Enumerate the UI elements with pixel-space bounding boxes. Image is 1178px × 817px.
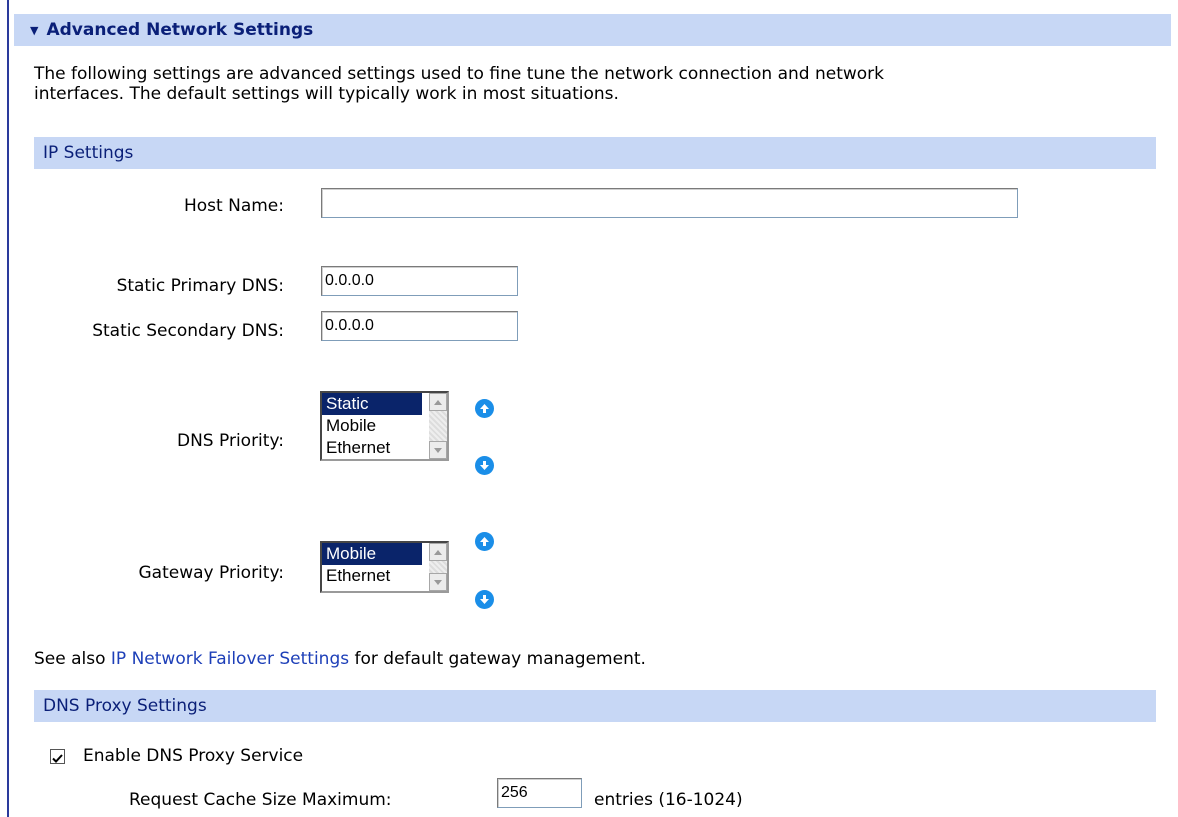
gateway-priority-option[interactable]: Ethernet (322, 565, 422, 587)
checkmark-icon (52, 754, 63, 763)
scroll-down-icon[interactable] (429, 441, 447, 459)
dns-move-down-arrow-icon[interactable] (475, 456, 494, 475)
intro-text: The following settings are advanced sett… (34, 64, 1144, 104)
section-title: Advanced Network Settings (46, 20, 314, 40)
gateway-priority-label: Gateway Priority: (138, 563, 285, 583)
static-secondary-dns-label: Static Secondary DNS: (92, 321, 284, 341)
scroll-up-icon[interactable] (429, 393, 447, 411)
dns-move-up-arrow-icon[interactable] (475, 399, 494, 418)
dns-priority-option[interactable]: Static (322, 393, 422, 415)
request-cache-size-units: entries (16-1024) (594, 790, 743, 810)
gateway-priority-option[interactable]: Mobile (322, 543, 422, 565)
static-primary-dns-input[interactable] (321, 266, 518, 296)
gateway-move-up-arrow-icon[interactable] (475, 532, 494, 551)
dns-priority-listbox[interactable]: Static Mobile Ethernet (320, 391, 449, 461)
gateway-priority-scrollbar[interactable] (429, 543, 447, 591)
triangle-down-icon[interactable]: ▼ (30, 24, 38, 37)
dns-proxy-settings-title: DNS Proxy Settings (43, 696, 207, 716)
dns-priority-option[interactable]: Mobile (322, 415, 422, 437)
gateway-priority-listbox[interactable]: Mobile Ethernet (320, 541, 449, 593)
dns-priority-label: DNS Priority: (177, 431, 284, 451)
ip-network-failover-link[interactable]: IP Network Failover Settings (111, 649, 349, 669)
dns-proxy-settings-header: DNS Proxy Settings (34, 690, 1156, 722)
enable-dns-proxy-checkbox[interactable] (50, 749, 65, 764)
see-also-prefix: See also (34, 649, 111, 669)
static-primary-dns-label: Static Primary DNS: (116, 276, 284, 296)
request-cache-size-label: Request Cache Size Maximum: (129, 790, 392, 810)
see-also-suffix: for default gateway management. (349, 649, 646, 669)
dns-priority-scrollbar[interactable] (429, 393, 447, 459)
intro-line-2: interfaces. The default settings will ty… (34, 84, 619, 104)
host-name-input[interactable] (321, 188, 1018, 218)
ip-settings-title: IP Settings (43, 143, 134, 163)
request-cache-size-input[interactable] (497, 778, 582, 808)
intro-line-1: The following settings are advanced sett… (34, 64, 885, 84)
left-border (7, 0, 9, 817)
dns-priority-option[interactable]: Ethernet (322, 437, 422, 459)
advanced-network-settings-header[interactable]: ▼ Advanced Network Settings (14, 14, 1171, 46)
scroll-up-icon[interactable] (429, 543, 447, 561)
ip-settings-header: IP Settings (34, 137, 1156, 169)
static-secondary-dns-input[interactable] (321, 311, 518, 341)
gateway-move-down-arrow-icon[interactable] (475, 590, 494, 609)
enable-dns-proxy-label: Enable DNS Proxy Service (83, 746, 304, 766)
see-also-text: See also IP Network Failover Settings fo… (34, 649, 646, 669)
scroll-down-icon[interactable] (429, 573, 447, 591)
host-name-label: Host Name: (184, 196, 284, 216)
